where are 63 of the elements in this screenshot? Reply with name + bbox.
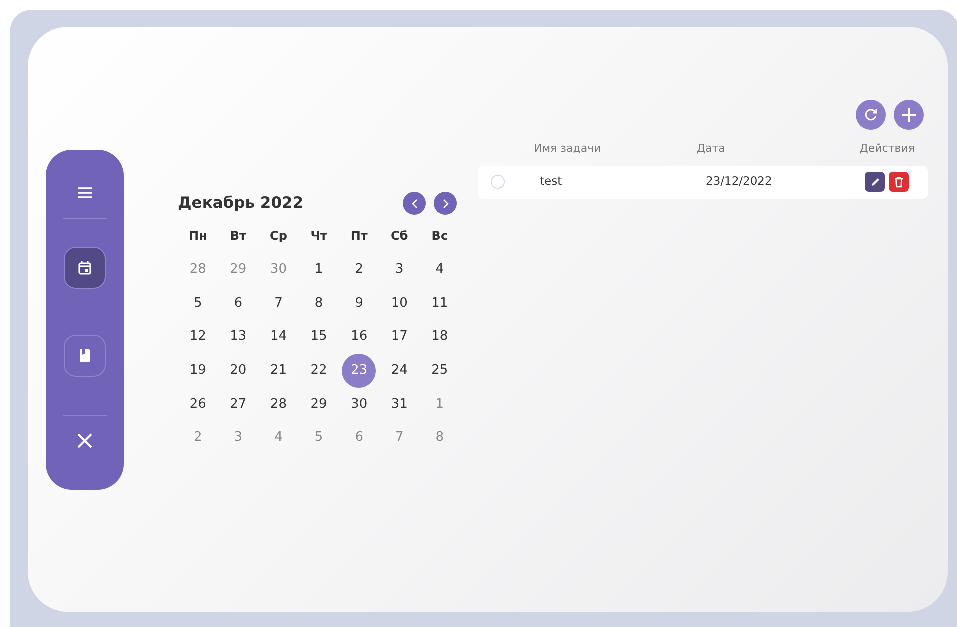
chevron-left-icon bbox=[410, 198, 418, 209]
calendar-day[interactable]: 30 bbox=[342, 387, 376, 422]
next-month-button[interactable] bbox=[434, 192, 457, 216]
calendar-day[interactable]: 31 bbox=[382, 387, 417, 422]
edit-button[interactable] bbox=[865, 172, 885, 192]
task-name: test bbox=[540, 173, 564, 190]
pencil-icon bbox=[870, 176, 880, 188]
calendar-icon bbox=[78, 261, 92, 275]
delete-button[interactable] bbox=[889, 172, 909, 192]
calendar-day[interactable]: 12 bbox=[181, 320, 216, 354]
calendar-day[interactable]: 18 bbox=[422, 320, 457, 354]
column-header: Действия bbox=[860, 141, 915, 157]
calendar-day[interactable]: 28 bbox=[262, 387, 296, 422]
previous-month-button[interactable] bbox=[403, 192, 426, 216]
calendar-day[interactable]: 10 bbox=[382, 286, 417, 321]
bookmark-button[interactable] bbox=[64, 335, 106, 377]
refresh-icon bbox=[864, 108, 878, 122]
column-header: Имя задачи bbox=[534, 141, 602, 157]
calendar-day[interactable]: 1 bbox=[302, 253, 336, 288]
selected-day[interactable]: 23 bbox=[342, 354, 376, 388]
calendar-day[interactable]: 17 bbox=[382, 320, 417, 354]
close-icon bbox=[77, 433, 93, 449]
plus-icon bbox=[901, 107, 917, 123]
calendar-day[interactable]: 20 bbox=[221, 354, 256, 388]
calendar-day[interactable]: 14 bbox=[262, 320, 296, 354]
bookmark-icon bbox=[79, 349, 91, 363]
month-title: Декабрь 2022 bbox=[178, 193, 304, 214]
add-button[interactable] bbox=[894, 100, 924, 130]
calendar-day[interactable]: 9 bbox=[342, 286, 376, 321]
calendar-day[interactable]: 13 bbox=[221, 320, 256, 354]
calendar-day[interactable]: 21 bbox=[262, 354, 296, 388]
calendar-day[interactable]: 4 bbox=[422, 253, 457, 288]
calendar-day[interactable]: 15 bbox=[302, 320, 336, 354]
chevron-right-icon bbox=[442, 198, 450, 209]
calendar-day[interactable]: 11 bbox=[422, 286, 457, 321]
refresh-button[interactable] bbox=[856, 100, 886, 130]
column-header: Дата bbox=[696, 141, 726, 157]
calendar-day[interactable]: 7 bbox=[262, 286, 296, 321]
menu-icon bbox=[77, 187, 93, 199]
calendar-day[interactable]: 22 bbox=[302, 354, 336, 388]
calendar-day[interactable]: 3 bbox=[382, 253, 417, 288]
weekday-label: Пн bbox=[188, 228, 208, 246]
calendar-day[interactable]: 16 bbox=[342, 320, 376, 354]
trash-icon bbox=[894, 176, 904, 188]
calendar-day[interactable]: 24 bbox=[382, 354, 417, 388]
calendar-day[interactable]: 2 bbox=[342, 253, 376, 288]
weekday-label: Пт bbox=[350, 228, 369, 246]
calendar-day[interactable]: 6 bbox=[221, 286, 256, 321]
task-date: 23/12/2022 bbox=[706, 173, 772, 190]
task-checkbox[interactable] bbox=[491, 175, 505, 189]
weekday-label: Вт bbox=[229, 228, 248, 246]
calendar-day[interactable]: 27 bbox=[221, 387, 256, 422]
calendar-day[interactable]: 8 bbox=[302, 286, 336, 321]
weekday-label: Ср bbox=[269, 228, 288, 246]
calendar-button[interactable] bbox=[64, 247, 106, 289]
calendar-day[interactable]: 19 bbox=[181, 354, 216, 388]
calendar-day[interactable]: 25 bbox=[422, 354, 457, 388]
calendar-day[interactable]: 29 bbox=[302, 387, 336, 422]
weekday-label: Чт bbox=[310, 228, 328, 246]
calendar-day[interactable]: 26 bbox=[181, 387, 216, 422]
calendar-day[interactable]: 5 bbox=[181, 286, 216, 321]
weekday-label: Вс bbox=[430, 228, 450, 246]
weekday-label: Сб bbox=[390, 228, 410, 246]
